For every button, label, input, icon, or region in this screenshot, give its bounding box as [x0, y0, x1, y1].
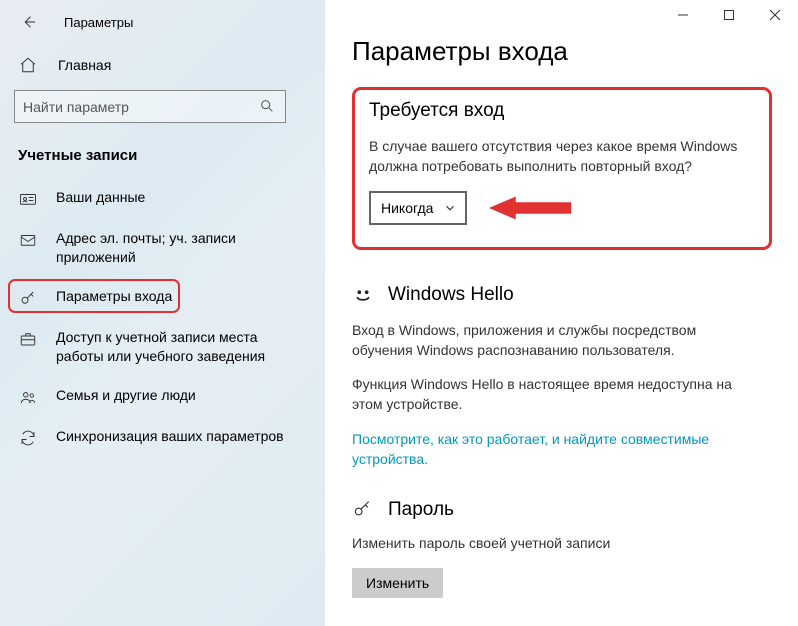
maximize-button[interactable] — [706, 0, 752, 30]
sidebar-item-email[interactable]: Адрес эл. почты; уч. записи приложений — [0, 219, 325, 277]
nav: Ваши данные Адрес эл. почты; уч. записи … — [0, 172, 325, 458]
sync-icon — [18, 428, 38, 448]
search-input[interactable] — [23, 99, 259, 115]
select-value: Никогда — [381, 200, 433, 216]
search-icon — [259, 98, 277, 116]
signin-timeout-select[interactable]: Никогда — [369, 191, 467, 225]
people-icon — [18, 387, 38, 407]
key-icon — [18, 288, 38, 308]
section-heading: Требуется вход — [369, 100, 755, 122]
briefcase-icon — [18, 329, 38, 349]
settings-window: Параметры Главная Учетные записи — [0, 0, 798, 626]
sidebar-item-label: Ваши данные — [56, 188, 145, 207]
sidebar-item-label: Синхронизация ваших параметров — [56, 427, 284, 446]
titlebar-left: Параметры — [0, 0, 325, 44]
home-row[interactable]: Главная — [0, 44, 325, 86]
page-title: Параметры входа — [352, 36, 778, 67]
sidebar-item-family[interactable]: Семья и другие люди — [0, 376, 325, 417]
back-icon[interactable] — [18, 11, 40, 33]
section-heading: Windows Hello — [388, 284, 514, 306]
change-password-button[interactable]: Изменить — [352, 568, 443, 598]
password-body: Изменить пароль своей учетной записи — [352, 533, 752, 553]
hello-link[interactable]: Посмотрите, как это работает, и найдите … — [352, 429, 752, 470]
key-icon — [352, 499, 374, 521]
signin-required-section: Требуется вход В случае вашего отсутстви… — [352, 87, 772, 250]
sidebar-item-work[interactable]: Доступ к учетной записи места работы или… — [0, 318, 325, 376]
section-heading: Пароль — [388, 499, 454, 521]
hello-face-icon — [352, 284, 374, 306]
minimize-button[interactable] — [660, 0, 706, 30]
mail-icon — [18, 230, 38, 250]
arrow-callout-icon — [489, 193, 575, 223]
titlebar-controls — [660, 0, 798, 34]
home-label: Главная — [58, 57, 111, 73]
sidebar-item-label: Доступ к учетной записи места работы или… — [56, 328, 304, 366]
sidebar-item-label: Адрес эл. почты; уч. записи приложений — [56, 229, 304, 267]
id-card-icon — [18, 189, 38, 209]
password-section: Пароль Изменить пароль своей учетной зап… — [352, 499, 778, 597]
signin-body: В случае вашего отсутствия через какое в… — [369, 136, 755, 177]
main-pane: Параметры входа Требуется вход В случае … — [326, 0, 798, 626]
close-button[interactable] — [752, 0, 798, 30]
sidebar-item-your-info[interactable]: Ваши данные — [0, 178, 325, 219]
sidebar-item-sync[interactable]: Синхронизация ваших параметров — [0, 417, 325, 458]
home-icon — [18, 55, 38, 75]
hello-body-2: Функция Windows Hello в настоящее время … — [352, 374, 752, 415]
sidebar-section-title: Учетные записи — [0, 133, 325, 172]
sidebar: Параметры Главная Учетные записи — [0, 0, 326, 626]
search-box[interactable] — [14, 90, 286, 123]
hello-body-1: Вход в Windows, приложения и службы поср… — [352, 320, 752, 361]
chevron-down-icon — [443, 201, 457, 215]
sidebar-item-label: Семья и другие люди — [56, 386, 196, 405]
sidebar-item-label: Параметры входа — [56, 287, 172, 306]
window-title: Параметры — [64, 15, 133, 30]
windows-hello-section: Windows Hello Вход в Windows, приложения… — [352, 284, 778, 470]
sidebar-item-signin[interactable]: Параметры входа — [0, 277, 325, 318]
